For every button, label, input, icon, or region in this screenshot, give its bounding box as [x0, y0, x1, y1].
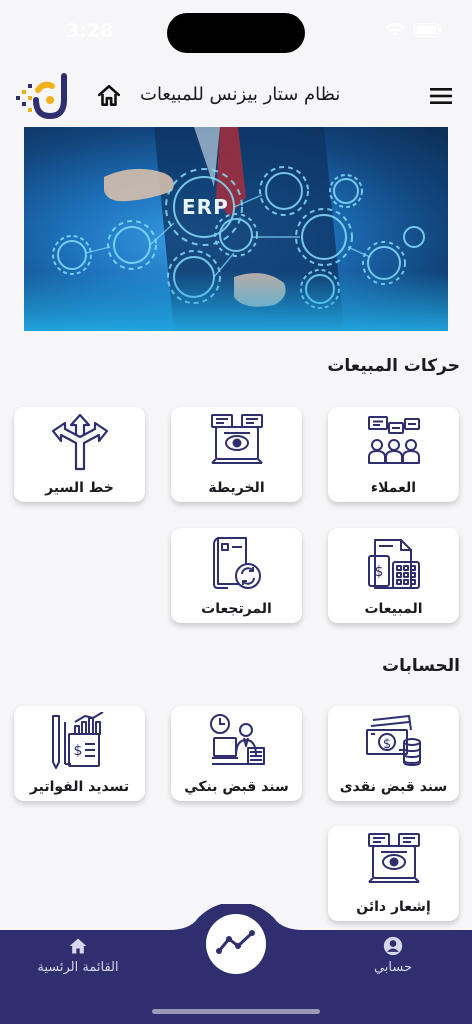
card-label-bank-receipt: سند قبض بنكي: [184, 779, 289, 795]
card-label-cash-receipt: سند قبض نقدى: [339, 779, 448, 795]
card-label-returns: المرتجعات: [201, 601, 272, 617]
nav-account-label: حسابي: [373, 960, 413, 975]
map-monitor-icon: [208, 413, 266, 471]
card-pay-invoices[interactable]: $ تسديد الفواتير: [14, 706, 145, 801]
nav-account-icon: [383, 936, 403, 956]
section-title-sales: حركات المبيعات: [327, 356, 460, 376]
card-route[interactable]: خط السير: [14, 407, 145, 502]
banner-glow: [24, 271, 448, 331]
card-label-credit-notice: إشعار دائن: [356, 899, 431, 915]
section-title-accounts: الحسابات: [382, 656, 460, 676]
banner-erp-text: ERP: [182, 195, 229, 219]
cash-money-icon: $: [365, 712, 423, 770]
svg-text:$: $: [374, 564, 383, 580]
hamburger-menu-icon[interactable]: [430, 86, 452, 106]
status-time: 3:28: [66, 20, 114, 42]
card-credit-notice[interactable]: إشعار دائن: [328, 826, 459, 921]
route-arrows-icon: [51, 413, 109, 471]
app-title: نظام ستار بيزنس للمبيعات: [140, 84, 341, 105]
app-header: نظام ستار بيزنس للمبيعات: [0, 70, 472, 124]
trend-line-icon: [216, 929, 256, 959]
nav-account[interactable]: حسابي: [360, 936, 426, 975]
nav-home[interactable]: القائمة الرئسية: [30, 936, 126, 975]
card-label-map: الخريطة: [208, 480, 265, 496]
nav-home-label: القائمة الرئسية: [37, 960, 119, 975]
nav-center-button[interactable]: [206, 914, 266, 974]
card-map[interactable]: الخريطة: [171, 407, 302, 502]
card-cash-receipt[interactable]: $ سند قبض نقدى: [328, 706, 459, 801]
card-bank-receipt[interactable]: سند قبض بنكي: [171, 706, 302, 801]
card-sales[interactable]: $ المبيعات: [328, 528, 459, 623]
card-customers[interactable]: العملاء: [328, 407, 459, 502]
bank-clerk-icon: [208, 712, 266, 770]
erp-banner-image: ERP: [24, 127, 448, 331]
status-icons: [384, 22, 442, 38]
invoice-chart-icon: $: [51, 711, 109, 770]
status-bar: 3:28: [0, 0, 472, 62]
home-icon[interactable]: [96, 83, 122, 109]
svg-text:$: $: [73, 743, 82, 759]
wifi-icon: [384, 22, 406, 38]
card-label-pay-invoices: تسديد الفواتير: [29, 779, 130, 795]
home-indicator: [152, 1009, 320, 1014]
dynamic-island: [167, 13, 305, 53]
credit-notice-icon: [365, 832, 423, 890]
customers-icon: [365, 413, 423, 471]
card-label-customers: العملاء: [370, 480, 417, 496]
card-returns[interactable]: المرتجعات: [171, 528, 302, 623]
sales-calculator-icon: $: [365, 534, 423, 592]
app-logo: [14, 72, 70, 122]
battery-icon: [414, 23, 442, 37]
returns-document-icon: [208, 534, 266, 592]
nav-home-icon: [68, 936, 88, 956]
card-label-route: خط السير: [45, 480, 114, 496]
card-label-sales: المبيعات: [364, 601, 423, 617]
